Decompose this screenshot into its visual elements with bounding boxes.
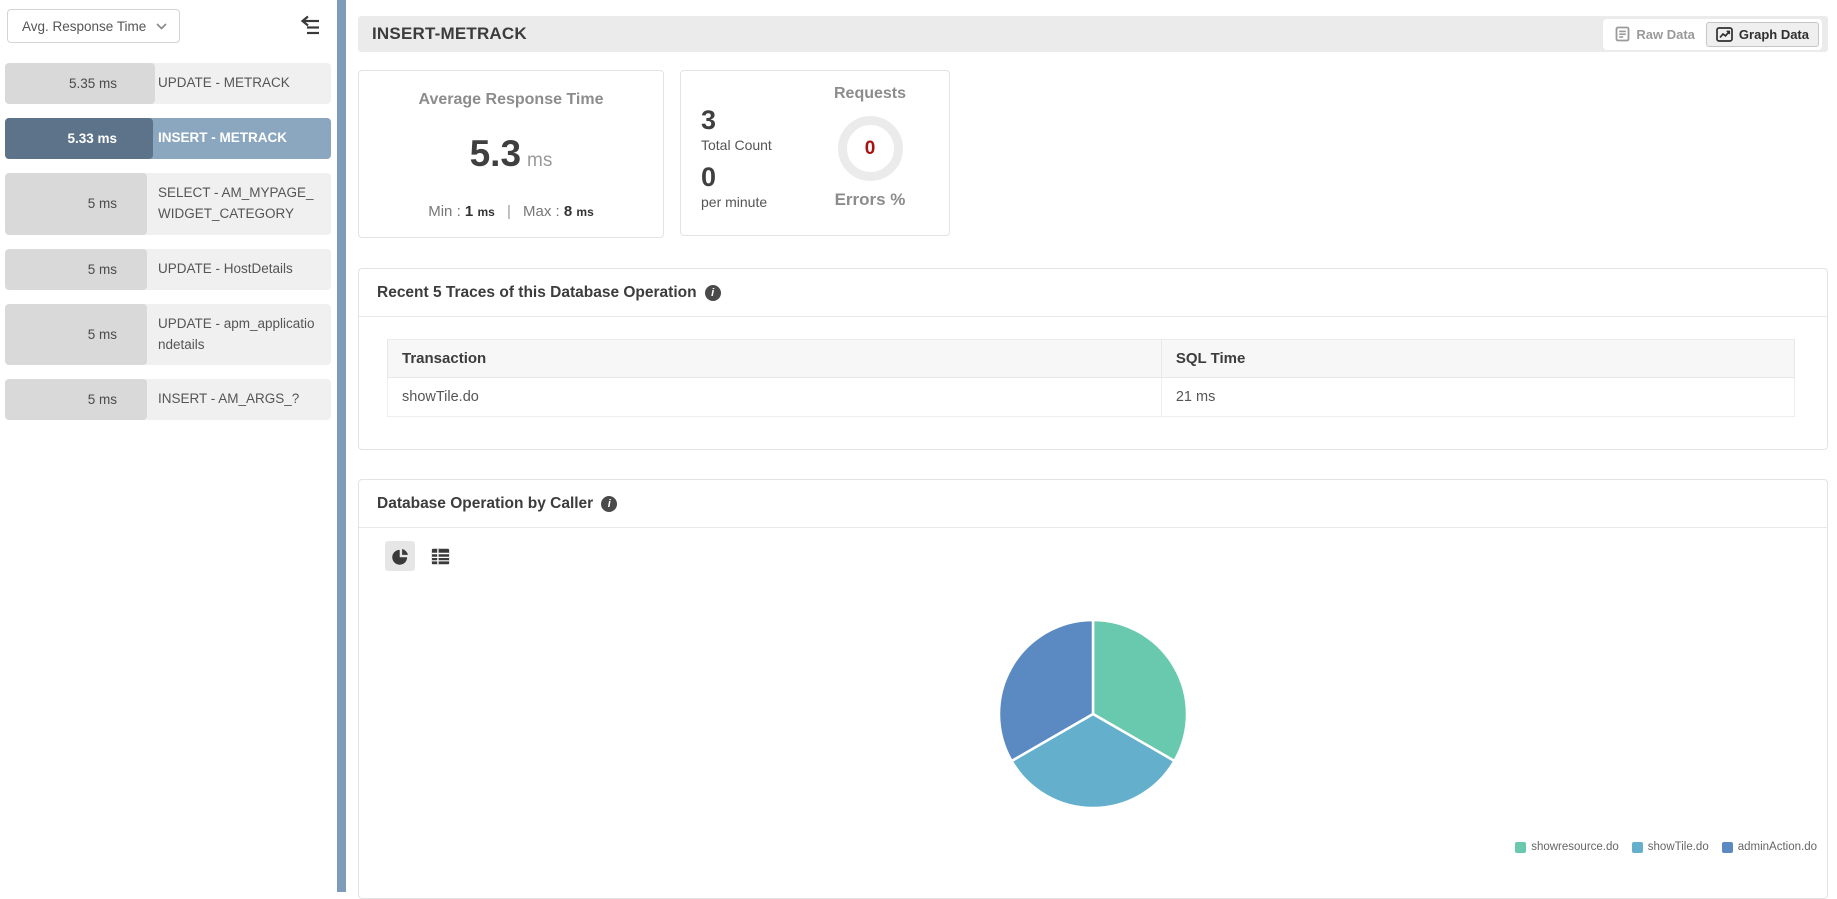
- operation-label: INSERT - METRACK: [158, 129, 287, 145]
- document-icon: [1615, 26, 1630, 42]
- line-chart-icon: [1716, 26, 1733, 42]
- pie-chart-icon: [391, 548, 408, 565]
- table-icon: [431, 548, 449, 564]
- page-header: INSERT-METRACK Raw Data Graph Data: [358, 16, 1828, 52]
- pie-legend: showresource.do showTile.do adminAction.…: [359, 841, 1827, 853]
- collapse-left-icon: [300, 15, 319, 35]
- legend-label: showresource.do: [1531, 841, 1619, 853]
- graph-data-button[interactable]: Graph Data: [1705, 21, 1819, 47]
- info-icon[interactable]: i: [704, 285, 721, 301]
- trace-transaction-cell[interactable]: showTile.do: [387, 377, 1162, 417]
- trace-sql-time-cell: 21 ms: [1160, 377, 1796, 417]
- operation-label: SELECT - AM_MYPAGE_WIDGET_CATEGORY: [158, 184, 314, 221]
- operation-item-insert-metrack[interactable]: 5.33 ms INSERT - METRACK: [5, 117, 331, 159]
- legend-item-showtile[interactable]: showTile.do: [1631, 841, 1709, 853]
- operation-item-update-hostdetails[interactable]: 5 ms UPDATE - HostDetails: [5, 248, 331, 290]
- total-count-label: Total Count: [701, 137, 772, 153]
- legend-item-adminaction[interactable]: adminAction.do: [1721, 841, 1817, 853]
- operation-label: UPDATE - apm_applicationdetails: [158, 315, 315, 352]
- pie-view-button[interactable]: [385, 541, 415, 571]
- operation-item-insert-am-args[interactable]: 5 ms INSERT - AM_ARGS_?: [5, 379, 331, 421]
- errors-value: 0: [864, 137, 876, 159]
- avg-response-time-card: Average Response Time 5.3 ms Min : 1 ms |…: [358, 70, 664, 238]
- operation-label: UPDATE - HostDetails: [158, 260, 293, 276]
- legend-label: adminAction.do: [1737, 841, 1817, 853]
- avg-response-unit: ms: [527, 150, 553, 171]
- collapse-sidebar-button[interactable]: [295, 11, 325, 41]
- legend-label: showTile.do: [1647, 841, 1709, 853]
- chart-view-toggles: [385, 541, 1827, 571]
- sort-by-dropdown[interactable]: Avg. Response Time: [7, 9, 181, 43]
- max-label: Max :: [523, 203, 560, 220]
- recent-traces-card: Recent 5 Traces of this Database Operati…: [358, 268, 1828, 450]
- min-unit: ms: [477, 205, 495, 219]
- legend-item-showresource[interactable]: showresource.do: [1515, 841, 1619, 853]
- operation-value: 5 ms: [87, 196, 117, 212]
- operation-label: UPDATE - METRACK: [158, 75, 290, 90]
- operation-item-select-am-mypage[interactable]: 5 ms SELECT - AM_MYPAGE_WIDGET_CATEGORY: [5, 172, 331, 235]
- operation-item-update-apm-applicationdetails[interactable]: 5 ms UPDATE - apm_applicationdetails: [5, 303, 331, 366]
- graph-data-label: Graph Data: [1738, 26, 1809, 42]
- trace-row[interactable]: showTile.do 21 ms: [387, 377, 1796, 417]
- per-minute-value: 0: [701, 162, 717, 192]
- page-title: INSERT-METRACK: [372, 24, 527, 43]
- traces-table: Transaction SQL Time showTile.do 21 ms: [387, 339, 1796, 417]
- chevron-down-icon: [156, 22, 167, 30]
- recent-traces-title: Recent 5 Traces of this Database Operati…: [377, 284, 697, 301]
- info-icon[interactable]: i: [601, 496, 618, 512]
- min-label: Min :: [428, 203, 461, 220]
- total-count-value: 3: [701, 105, 717, 135]
- separator: |: [506, 203, 511, 220]
- requests-title: Requests: [833, 85, 907, 102]
- sidebar-splitter[interactable]: [337, 0, 346, 892]
- avg-response-value: 5.3: [469, 133, 522, 174]
- min-max-row: Min : 1 ms | Max : 8 ms: [359, 203, 663, 220]
- operation-value: 5.35 ms: [68, 75, 117, 91]
- sort-by-dropdown-label: Avg. Response Time: [22, 18, 147, 34]
- max-value: 8: [563, 203, 573, 220]
- legend-swatch: [1721, 841, 1733, 853]
- min-value: 1: [464, 203, 474, 220]
- table-view-button[interactable]: [425, 541, 455, 571]
- view-toggle-group: Raw Data Graph Data: [1603, 18, 1822, 50]
- max-unit: ms: [576, 205, 594, 219]
- raw-data-label: Raw Data: [1636, 26, 1695, 42]
- avg-response-time-title: Average Response Time: [418, 91, 604, 108]
- column-header-transaction: Transaction: [387, 339, 1162, 378]
- requests-card: 3 Total Count 0 per minute Requests 0 Er…: [680, 70, 950, 236]
- operation-value: 5 ms: [87, 392, 117, 408]
- main-panel: INSERT-METRACK Raw Data Graph Data Avera…: [346, 0, 1837, 899]
- column-header-sql-time: SQL Time: [1160, 339, 1796, 378]
- operations-sidebar: Avg. Response Time 5.35 ms UPDATE - METR…: [0, 0, 337, 892]
- operation-item-update-metrack[interactable]: 5.35 ms UPDATE - METRACK: [5, 63, 331, 104]
- sidebar-toolbar: Avg. Response Time: [0, 9, 337, 43]
- operation-value: 5.33 ms: [67, 130, 117, 146]
- caller-pie-chart[interactable]: [996, 617, 1190, 811]
- legend-swatch: [1631, 841, 1643, 853]
- operation-by-caller-title: Database Operation by Caller: [377, 495, 594, 512]
- per-minute-label: per minute: [701, 194, 768, 210]
- operation-by-caller-card: Database Operation by Caller i showresou…: [358, 479, 1828, 899]
- raw-data-button[interactable]: Raw Data: [1606, 22, 1704, 46]
- errors-label: Errors %: [834, 190, 906, 209]
- legend-swatch: [1515, 841, 1527, 853]
- errors-donut: 0: [837, 116, 903, 181]
- operation-value: 5 ms: [87, 327, 117, 343]
- operation-value: 5 ms: [87, 261, 117, 277]
- metric-cards-row: Average Response Time 5.3 ms Min : 1 ms |…: [358, 70, 1828, 238]
- operation-label: INSERT - AM_ARGS_?: [158, 391, 300, 407]
- operation-list: 5.35 ms UPDATE - METRACK 5.33 ms INSERT …: [0, 63, 337, 421]
